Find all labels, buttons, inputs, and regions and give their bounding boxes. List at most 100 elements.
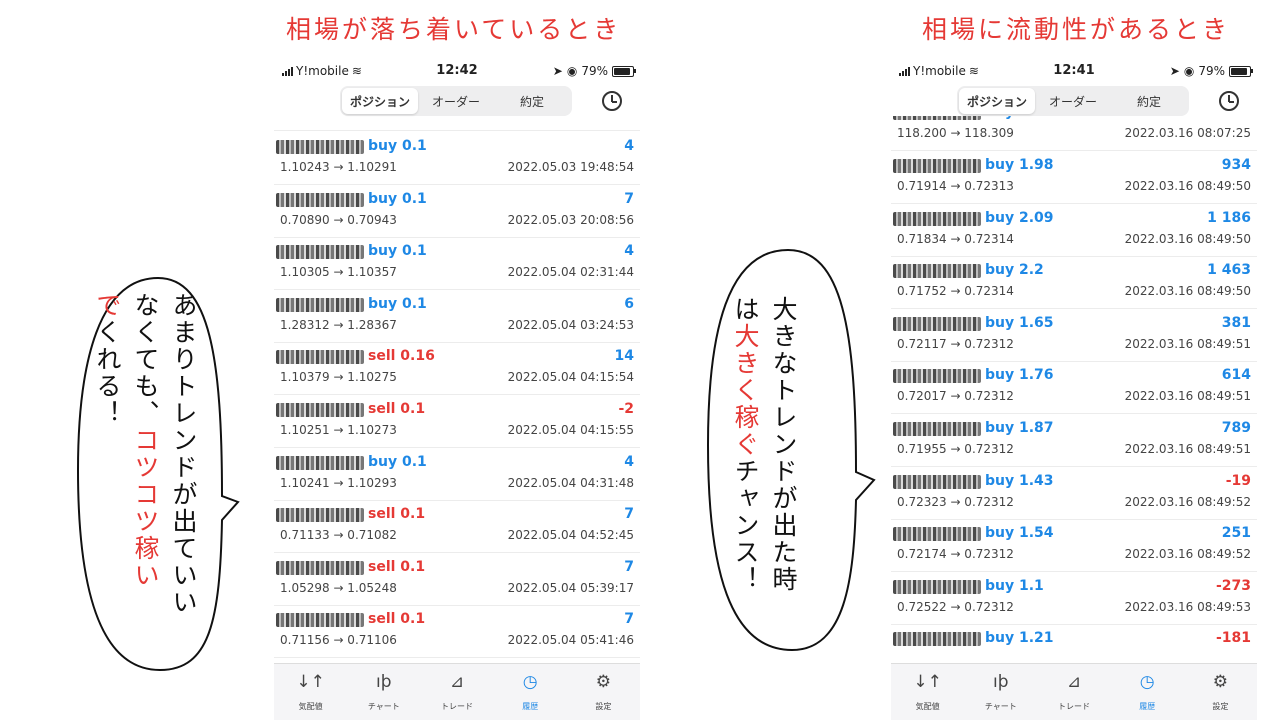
tabbar-item-history[interactable]: ◷ 履歴 <box>494 664 567 720</box>
trade-price: 0.72174 → 0.72312 <box>897 547 1014 562</box>
trade-row[interactable]: buy 1.1 0.72522 → 0.72312 -273 2022.03.16 0… <box>891 572 1257 625</box>
trade-price: 118.200 → 118.309 <box>897 126 1014 140</box>
chart-icon: ıþ <box>376 672 392 692</box>
trade-date: 2022.03.16 08:49:52 <box>1124 547 1251 562</box>
location-icon: ➤ <box>552 64 563 78</box>
tab-orders[interactable]: オーダー <box>1035 88 1111 114</box>
trade-row[interactable]: sell 0.1 0.71133 → 0.71082 7 2022.05.04 04:… <box>274 500 640 554</box>
right-title: 相場に流動性があるとき <box>922 15 1231 44</box>
history-list[interactable]: buy 0.18 118.200 → 118.309 17 2022.03.16 08… <box>891 116 1257 664</box>
tabbar-item-quotes[interactable]: ↓↑ 気配値 <box>274 664 347 720</box>
trade-date: 2022.03.16 08:49:51 <box>1124 442 1251 456</box>
tabbar-item-settings[interactable]: ⚙ 設定 <box>567 664 640 720</box>
trade-row[interactable]: buy 0.18 118.200 → 118.309 17 2022.03.16 08… <box>891 116 1257 151</box>
trade-date: 2022.05.04 04:15:54 <box>507 370 634 385</box>
trade-date: 2022.03.16 08:49:50 <box>1124 231 1251 246</box>
location-icon: ➤ <box>1169 64 1180 78</box>
trade-row[interactable]: buy 0.1 1.10241 → 1.10293 4 2022.05.04 04:3… <box>274 448 640 501</box>
trade-row[interactable]: buy 1.76 0.72017 → 0.72312 614 2022.03.16 0… <box>891 361 1257 415</box>
masked-symbol <box>893 474 981 489</box>
tabbar-item-chart[interactable]: ıþ チャート <box>964 664 1037 720</box>
tabbar-item-chart[interactable]: ıþ チャート <box>347 664 420 720</box>
segment-control: ポジション オーダー 約定 <box>340 86 572 116</box>
trade-action: buy 1.1 <box>985 577 1044 594</box>
bubble-line: あまりトレンドが出ていい <box>169 292 198 616</box>
masked-symbol <box>893 316 981 331</box>
tabbar-label: 気配値 <box>298 702 323 711</box>
battery-icon <box>1229 65 1253 77</box>
trade-date: 2022.03.16 08:49:50 <box>1124 284 1251 299</box>
trade-profit: 7 <box>624 611 634 628</box>
trade-profit: -181 <box>1215 630 1251 647</box>
trade-row[interactable]: buy 0.1 1.28312 → 1.28367 6 2022.05.04 03:2… <box>274 290 640 343</box>
trade-row[interactable]: buy 1.98 0.71914 → 0.72313 934 2022.03.16 0… <box>891 151 1257 204</box>
trade-date: 2022.03.16 08:49:51 <box>1124 389 1251 404</box>
tab-positions[interactable]: ポジション <box>342 88 418 114</box>
trade-row[interactable]: buy 1.65 0.72117 → 0.72312 381 2022.03.16 0… <box>891 309 1257 362</box>
masked-symbol <box>276 403 364 417</box>
right-phone-screen: Y!mobile≋ 12:41 ➤◉79% ポジション オーダー 約定 buy … <box>891 60 1257 720</box>
history-clock-icon[interactable] <box>1219 91 1239 111</box>
trade-row[interactable]: buy 0.1 1.10305 → 1.10357 4 2022.05.04 02:3… <box>274 237 640 291</box>
trade-action: buy 2.09 <box>985 209 1054 226</box>
history-clock-icon[interactable] <box>602 91 622 111</box>
trade-action: buy 0.1 <box>368 453 427 470</box>
history-icon: ◷ <box>1139 672 1155 692</box>
trade-profit: 1 463 <box>1207 262 1251 279</box>
quotes-icon: ↓↑ <box>296 672 325 692</box>
tabbar-label: 履歴 <box>1139 702 1156 711</box>
trade-profit: 1 186 <box>1207 209 1251 226</box>
masked-symbol <box>276 350 364 365</box>
trade-action: buy 1.98 <box>985 157 1054 173</box>
trade-row[interactable]: sell 0.1 1.10251 → 1.10273 -2 2022.05.04 04… <box>274 395 640 448</box>
left-bubble-text: あまりトレンドが出ていい なくても、コツコツ稼い でくれる！ <box>88 292 202 652</box>
battery-icon <box>612 65 636 77</box>
trade-profit: 4 <box>624 453 634 470</box>
trade-profit: 7 <box>624 558 634 575</box>
trade-row[interactable]: buy 2.09 0.71834 → 0.72314 1 186 2022.03.16… <box>891 204 1257 257</box>
trade-row[interactable]: sell 0.16 1.10379 → 1.10275 14 2022.05.04 0… <box>274 342 640 396</box>
tab-positions[interactable]: ポジション <box>959 88 1035 114</box>
tabbar-label: チャート <box>367 702 400 711</box>
tabbar-label: 履歴 <box>522 702 539 711</box>
trade-profit: 934 <box>1221 157 1251 173</box>
trade-row[interactable]: buy 1.87 0.71955 → 0.72312 789 2022.03.16 0… <box>891 414 1257 467</box>
trade-profit: -19 <box>1225 472 1251 489</box>
left-phone-screen: Y!mobile ≋ 12:42 ➤ ◉ 79% ポジション オーダー 約定 buy … <box>274 60 640 720</box>
trade-profit: 7 <box>624 506 634 523</box>
masked-symbol <box>893 632 981 647</box>
masked-symbol <box>276 140 364 154</box>
masked-symbol <box>893 422 981 436</box>
trade-date: 2022.05.04 04:15:55 <box>507 423 634 437</box>
tabbar-item-quotes[interactable]: ↓↑ 気配値 <box>891 664 964 720</box>
tabbar-label: 設定 <box>1212 702 1229 711</box>
history-icon: ◷ <box>522 672 538 692</box>
trade-row[interactable]: buy 1.43 0.72323 → 0.72312 -19 2022.03.16 0… <box>891 467 1257 520</box>
trade-price: 0.71914 → 0.72313 <box>897 179 1014 193</box>
tab-orders[interactable]: オーダー <box>418 88 494 114</box>
bottom-tabbar: ↓↑ 気配値 ıþ チャート ⊿ トレード ◷ 履歴 ⚙ 設定 <box>274 663 640 720</box>
tabbar-item-history[interactable]: ◷ 履歴 <box>1111 664 1184 720</box>
trade-row[interactable]: buy 1.54 0.72174 → 0.72312 251 2022.03.16 0… <box>891 519 1257 573</box>
trade-action: buy 1.21 <box>985 630 1054 647</box>
trade-price: 1.10243 → 1.10291 <box>280 160 397 174</box>
trade-action: buy 0.1 <box>368 243 427 260</box>
bottom-tabbar: ↓↑ 気配値 ıþ チャート ⊿ トレード ◷ 履歴 ⚙ 設定 <box>891 663 1257 720</box>
tab-deals[interactable]: 約定 <box>494 88 570 114</box>
history-list[interactable]: buy 0.1 1.10243 → 1.10291 4 2022.05.03 19:4… <box>274 116 640 664</box>
tabbar-label: チャート <box>984 702 1017 711</box>
trade-row[interactable]: buy 1.21 -181 <box>891 624 1257 664</box>
trade-row[interactable]: buy 0.1 0.70890 → 0.70943 7 2022.05.03 20:0… <box>274 185 640 238</box>
tab-deals[interactable]: 約定 <box>1111 88 1187 114</box>
trade-date: 2022.03.16 08:49:50 <box>1124 179 1251 193</box>
trade-date: 2022.05.04 03:24:53 <box>507 317 634 332</box>
trade-row[interactable]: buy 0.1 1.10243 → 1.10291 4 2022.05.03 19:4… <box>274 132 640 185</box>
tabbar-item-trade[interactable]: ⊿ トレード <box>1037 664 1110 720</box>
trade-row[interactable]: sell 0.1 1.05298 → 1.05248 7 2022.05.04 05:… <box>274 553 640 606</box>
trade-row[interactable]: sell 0.1 0.71156 → 0.71106 7 2022.05.04 05:… <box>274 605 640 659</box>
trade-row[interactable]: buy 2.2 0.71752 → 0.72314 1 463 2022.03.16 … <box>891 256 1257 310</box>
trade-profit: 614 <box>1221 367 1251 384</box>
trade-profit: 6 <box>624 295 634 312</box>
tabbar-item-settings[interactable]: ⚙ 設定 <box>1184 664 1257 720</box>
tabbar-item-trade[interactable]: ⊿ トレード <box>420 664 493 720</box>
